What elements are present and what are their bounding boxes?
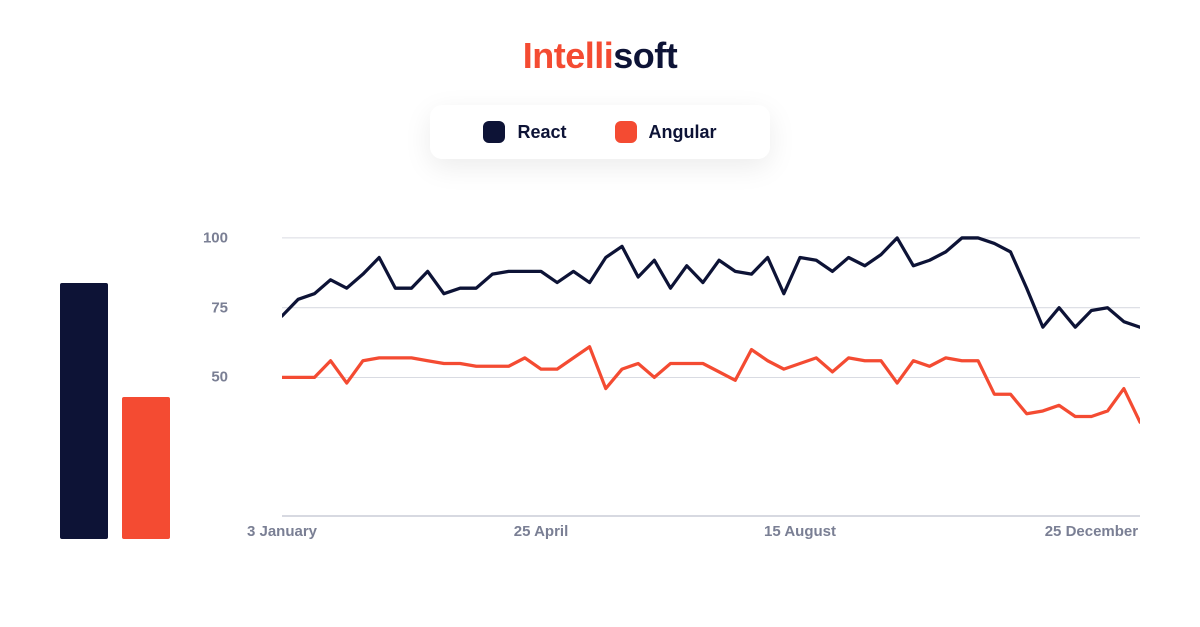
x-tick-label: 3 January xyxy=(247,523,317,540)
legend-item-react: React xyxy=(483,121,566,143)
legend-label-angular: Angular xyxy=(649,122,717,143)
swatch-icon xyxy=(615,121,637,143)
brand-logo: Intellisoft xyxy=(0,0,1200,77)
x-tick-label: 25 April xyxy=(514,523,568,540)
legend-label-react: React xyxy=(517,122,566,143)
legend: React Angular xyxy=(430,105,770,159)
swatch-icon xyxy=(483,121,505,143)
brand-part-b: soft xyxy=(613,35,677,76)
y-tick-label: 100 xyxy=(203,229,228,246)
legend-item-angular: Angular xyxy=(615,121,717,143)
x-tick-label: 15 August xyxy=(764,523,836,540)
line-chart: 5075100 3 January25 April15 August25 Dec… xyxy=(240,210,1140,577)
y-tick-label: 75 xyxy=(211,299,228,316)
summary-bars xyxy=(60,283,170,540)
bar-react xyxy=(60,283,108,540)
plot-area xyxy=(282,210,1140,517)
bar-angular xyxy=(122,397,170,540)
series-line-angular xyxy=(282,347,1140,422)
brand-part-a: Intelli xyxy=(523,35,614,76)
y-tick-label: 50 xyxy=(211,369,228,386)
series-line-react xyxy=(282,238,1140,327)
x-tick-label: 25 December xyxy=(1045,523,1138,540)
